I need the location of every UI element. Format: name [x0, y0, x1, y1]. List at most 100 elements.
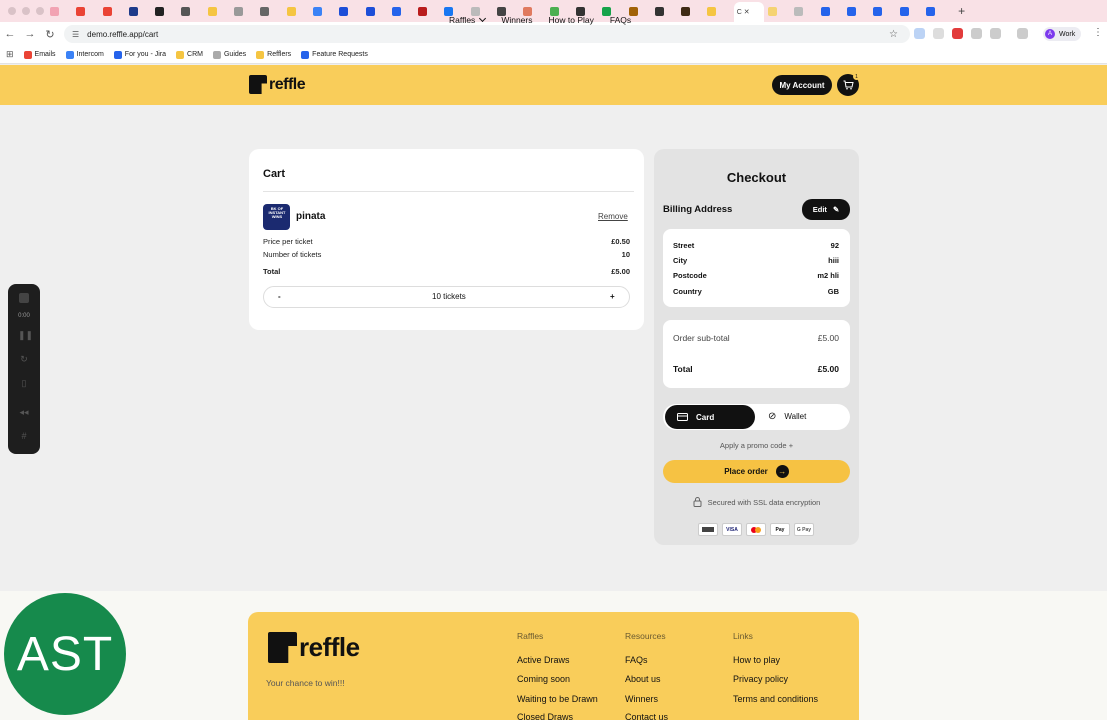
- nav-faqs[interactable]: FAQs: [610, 15, 631, 25]
- bookmark-item[interactable]: Guides: [212, 50, 246, 59]
- back-icon[interactable]: ←: [0, 28, 20, 40]
- browser-tab[interactable]: [312, 0, 335, 22]
- footer-link[interactable]: Active Draws: [517, 655, 570, 665]
- divider: [263, 191, 634, 192]
- browser-tab[interactable]: [155, 0, 177, 22]
- bookmark-item[interactable]: Intercom: [65, 50, 104, 59]
- reload-icon[interactable]: ↻: [40, 28, 60, 41]
- browser-tab[interactable]: [286, 0, 309, 22]
- bookmark-star-icon[interactable]: ☆: [889, 29, 898, 40]
- extension-icon[interactable]: [933, 28, 944, 39]
- footer-link[interactable]: Waiting to be Drawn: [517, 694, 598, 704]
- browser-tab[interactable]: [846, 0, 869, 22]
- increment-button[interactable]: +: [610, 292, 615, 301]
- browser-tab[interactable]: [50, 0, 72, 22]
- extension-icon[interactable]: [914, 28, 925, 39]
- feature-requests-icon: [301, 50, 310, 59]
- edit-address-button[interactable]: Edit ✎: [802, 199, 850, 220]
- browser-tab[interactable]: [418, 0, 440, 22]
- wallet-icon: ⊘: [768, 411, 777, 422]
- forward-icon[interactable]: →: [20, 28, 40, 40]
- active-tab-label: C: [736, 8, 742, 16]
- browser-tab[interactable]: [707, 0, 729, 22]
- pause-icon[interactable]: ❚❚: [18, 330, 33, 340]
- browser-tab[interactable]: [391, 0, 414, 22]
- browser-tab[interactable]: [628, 0, 651, 22]
- browser-tab[interactable]: [794, 0, 816, 22]
- stop-recording-icon[interactable]: [19, 293, 29, 303]
- avatar: A: [1045, 29, 1055, 39]
- footer-link[interactable]: Terms and conditions: [733, 694, 818, 704]
- browser-tab[interactable]: [102, 0, 125, 22]
- bookmark-item[interactable]: Feature Requests: [301, 50, 368, 59]
- logo-mark-icon: [249, 75, 267, 94]
- intercom-icon: [65, 50, 74, 59]
- footer-link[interactable]: How to play: [733, 655, 780, 665]
- restart-icon[interactable]: ↻: [18, 354, 30, 364]
- browser-tab[interactable]: [234, 0, 256, 22]
- browser-tab[interactable]: [365, 0, 388, 22]
- pay-card-tab[interactable]: Card: [665, 405, 755, 429]
- browser-tab[interactable]: [128, 0, 151, 22]
- browser-tab[interactable]: [899, 0, 922, 22]
- subtotal-row: Order sub-total £5.00: [673, 333, 839, 343]
- footer-link[interactable]: Coming soon: [517, 674, 570, 684]
- browser-tab[interactable]: [768, 0, 790, 22]
- footer-link[interactable]: Contact us: [625, 712, 668, 720]
- footer-link[interactable]: Winners: [625, 694, 658, 704]
- my-account-button[interactable]: My Account: [772, 75, 832, 95]
- remove-link[interactable]: Remove: [598, 212, 628, 221]
- site-settings-icon[interactable]: ☰: [72, 30, 79, 39]
- nav-raffles[interactable]: Raffles: [449, 14, 487, 25]
- footer-link[interactable]: FAQs: [625, 655, 648, 665]
- footer-link[interactable]: Privacy policy: [733, 674, 788, 684]
- browser-tab[interactable]: [339, 0, 361, 22]
- item-name: pinata: [296, 211, 326, 222]
- bookmark-item[interactable]: Refflers: [256, 50, 291, 59]
- nav-how-to-play[interactable]: How to Play: [549, 15, 594, 25]
- browser-tab[interactable]: [260, 0, 282, 22]
- pay-wallet-tab[interactable]: ⊘ Wallet: [768, 411, 806, 422]
- ticket-stepper: - 10 tickets +: [263, 286, 630, 308]
- bookmark-item[interactable]: For you - Jira: [113, 50, 166, 59]
- footer-logo[interactable]: reffle: [268, 632, 360, 663]
- trash-icon[interactable]: ▯: [18, 378, 30, 388]
- browser-tab-active[interactable]: C ✕: [733, 2, 764, 22]
- nav-winners[interactable]: Winners: [501, 15, 532, 25]
- browser-tab[interactable]: [181, 0, 203, 22]
- address-bar[interactable]: ☰ demo.reffle.app/cart ☆: [64, 25, 910, 43]
- bookmark-item[interactable]: Emails: [23, 50, 56, 59]
- decrement-button[interactable]: -: [278, 292, 281, 301]
- rewind-icon[interactable]: ◂◂: [18, 407, 30, 417]
- ssl-notice: Secured with SSL data encryption: [663, 497, 850, 507]
- puzzle-icon[interactable]: [990, 28, 1001, 39]
- footer-link[interactable]: Closed Draws: [517, 712, 573, 720]
- ticket-quantity: 10 tickets: [432, 292, 466, 301]
- mastercard-logo-icon: [746, 523, 766, 536]
- download-icon[interactable]: [1017, 28, 1028, 39]
- browser-tab[interactable]: [654, 0, 677, 22]
- promo-code-link[interactable]: Apply a promo code +: [663, 441, 850, 450]
- browser-tab[interactable]: [873, 0, 895, 22]
- url-text: demo.reffle.app/cart: [87, 29, 159, 39]
- billing-address-label: Billing Address: [663, 204, 733, 215]
- browser-tab[interactable]: [925, 0, 948, 22]
- window-controls[interactable]: [8, 7, 44, 15]
- place-order-button[interactable]: Place order →: [663, 460, 850, 483]
- browser-tab[interactable]: [681, 0, 703, 22]
- camera-icon[interactable]: [971, 28, 982, 39]
- grid-icon[interactable]: #: [18, 431, 30, 441]
- extension-icon[interactable]: [952, 28, 963, 39]
- menu-icon[interactable]: ⋮: [1093, 27, 1103, 38]
- site-logo[interactable]: reffle: [249, 75, 306, 94]
- bookmark-item[interactable]: CRM: [176, 50, 203, 59]
- checkout-title: Checkout: [726, 170, 787, 185]
- apps-icon[interactable]: ⊞: [6, 49, 14, 60]
- browser-tab[interactable]: [76, 0, 98, 22]
- new-tab-button[interactable]: +: [958, 4, 965, 18]
- close-tab-icon[interactable]: ✕: [744, 8, 750, 16]
- profile-button[interactable]: A Work: [1043, 27, 1082, 41]
- footer-link[interactable]: About us: [625, 674, 661, 684]
- browser-tab[interactable]: [820, 0, 843, 22]
- browser-tab[interactable]: [207, 0, 230, 22]
